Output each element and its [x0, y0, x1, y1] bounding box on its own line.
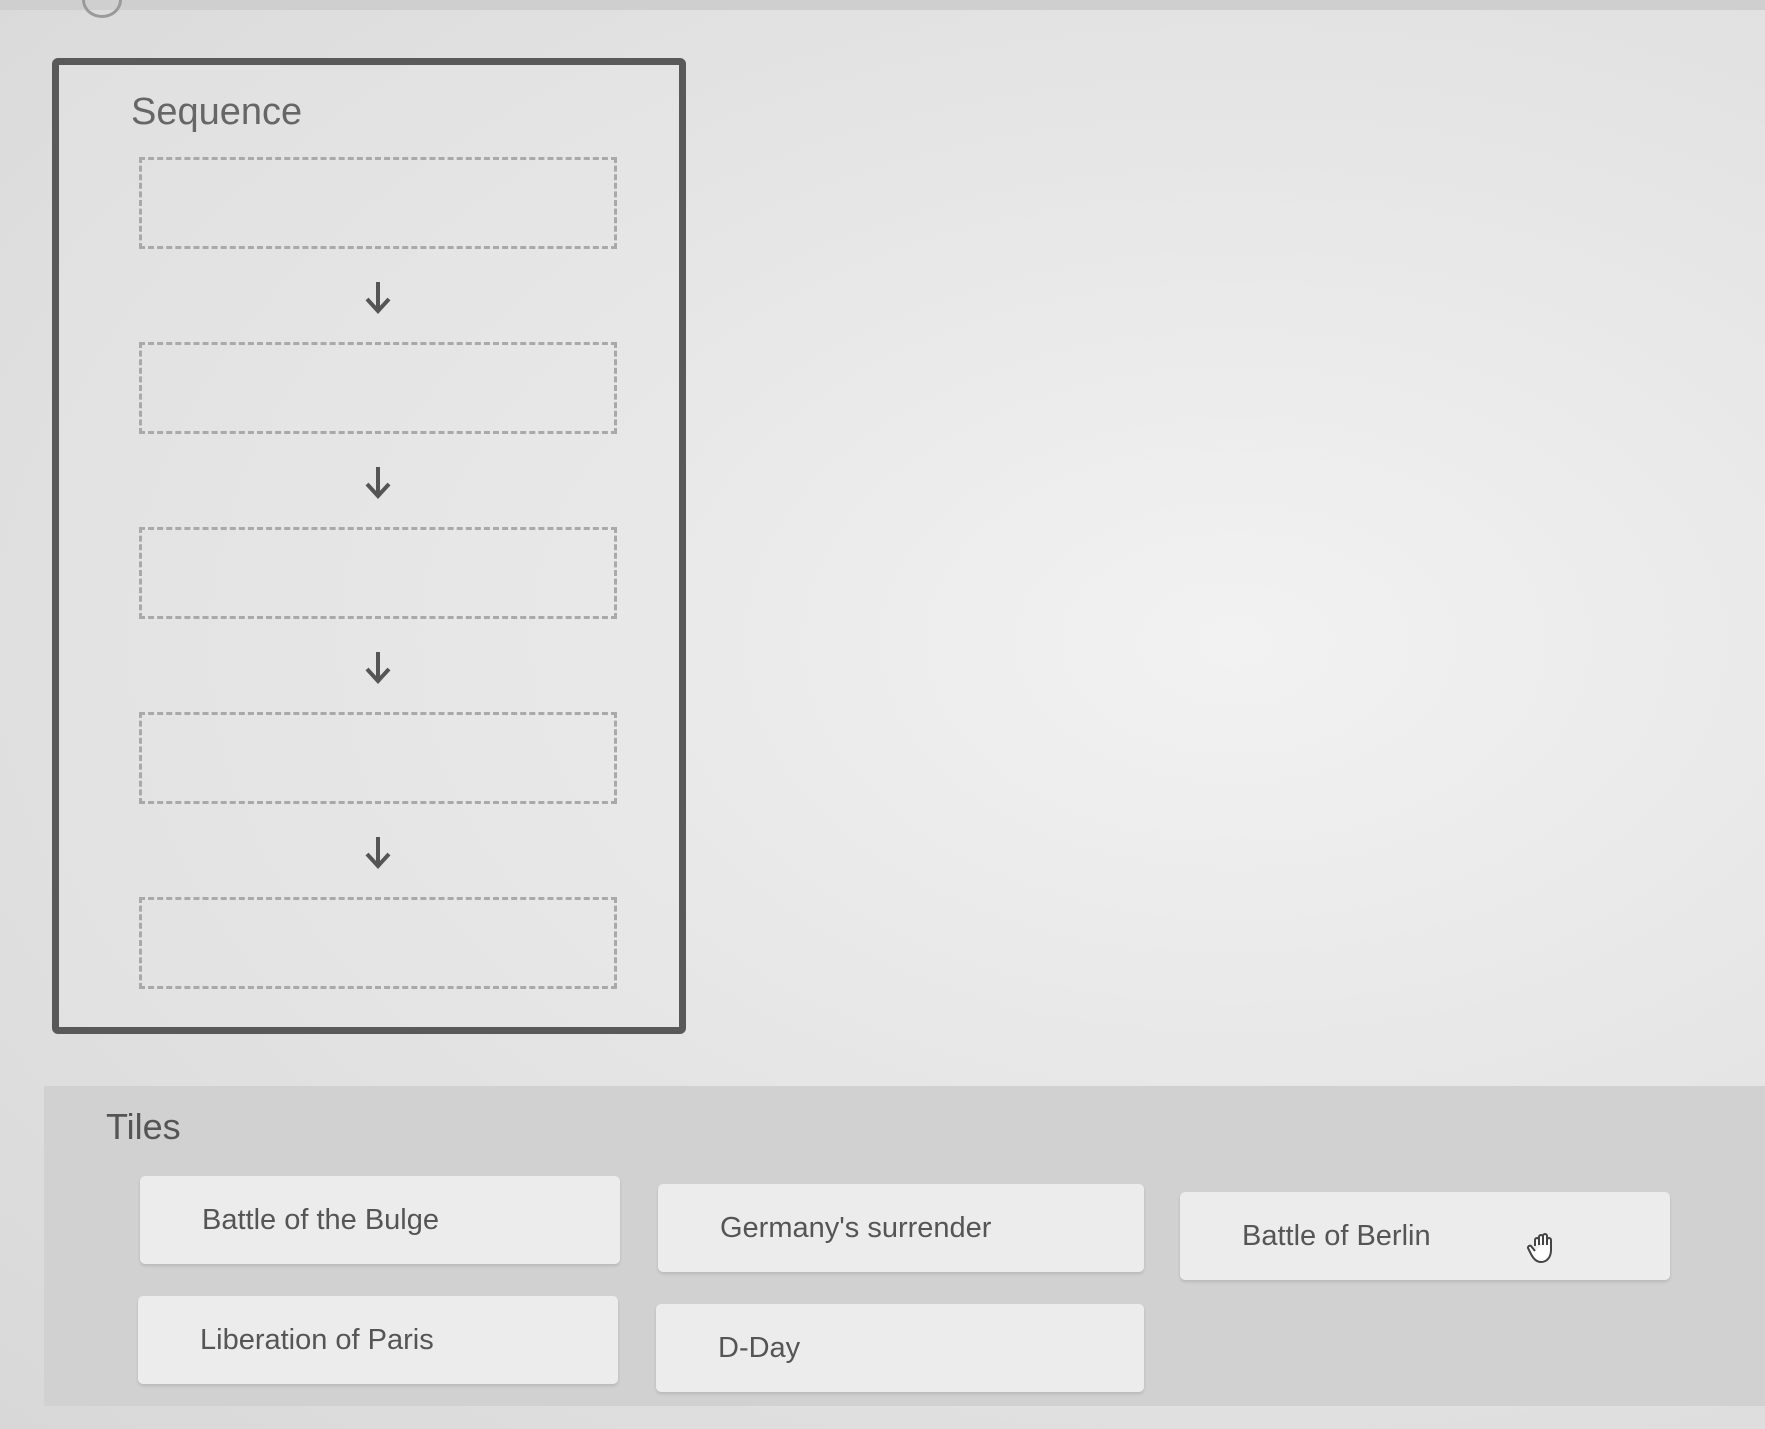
arrow-down-icon — [365, 652, 391, 684]
info-icon[interactable] — [82, 0, 122, 18]
sequence-slot-3[interactable] — [139, 527, 617, 619]
tile-germanys-surrender[interactable]: Germany's surrender — [658, 1184, 1144, 1272]
sequence-title: Sequence — [131, 91, 303, 133]
arrow-down-icon — [365, 282, 391, 314]
tile-battle-of-the-bulge[interactable]: Battle of the Bulge — [140, 1176, 620, 1264]
tile-battle-of-berlin[interactable]: Battle of Berlin — [1180, 1192, 1670, 1280]
top-strip — [0, 0, 1765, 10]
arrow-down-icon — [365, 837, 391, 869]
tiles-panel: Tiles Battle of the Bulge Germany's surr… — [44, 1086, 1765, 1406]
sequence-slot-2[interactable] — [139, 342, 617, 434]
sequence-slot-1[interactable] — [139, 157, 617, 249]
grab-hand-icon — [1527, 1233, 1552, 1263]
tiles-title: Tiles — [106, 1106, 181, 1147]
arrow-down-icon — [365, 467, 391, 499]
sequence-slot-4[interactable] — [139, 712, 617, 804]
tile-d-day[interactable]: D-Day — [656, 1304, 1144, 1392]
sequence-panel: Sequence — [52, 58, 686, 1034]
sequence-slot-5[interactable] — [139, 897, 617, 989]
tile-liberation-of-paris[interactable]: Liberation of Paris — [138, 1296, 618, 1384]
